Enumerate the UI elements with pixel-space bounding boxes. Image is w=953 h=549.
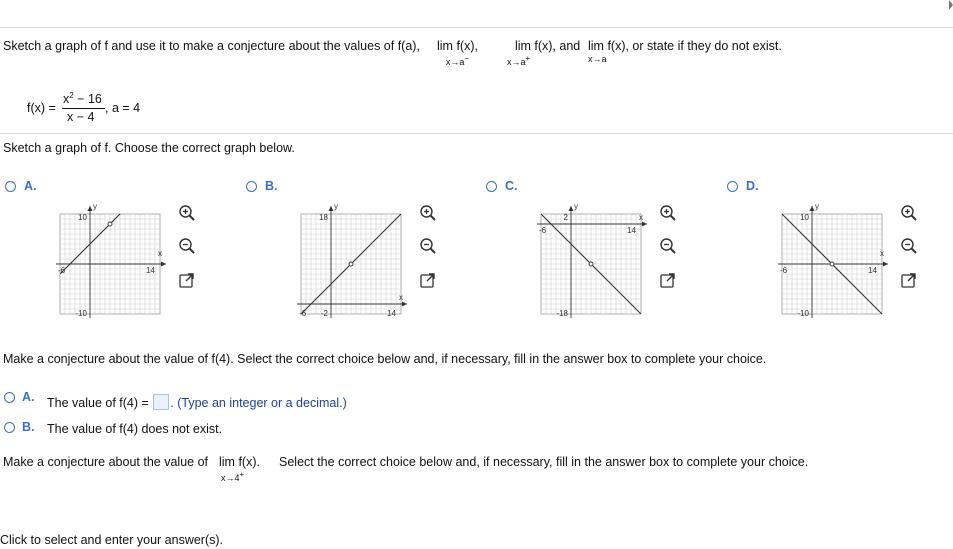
tick-label-right: 14: [387, 309, 396, 318]
f4-answer-box[interactable]: [153, 394, 170, 410]
graph-option-a[interactable]: 10 -10 -6 14x y: [50, 200, 170, 324]
f4-choice-b-radio[interactable]: [4, 422, 15, 433]
graph-option-b-radio[interactable]: [246, 181, 257, 192]
popout-icon[interactable]: [418, 271, 438, 291]
graph-option-d-label: D.: [746, 179, 759, 193]
top-divider: [0, 27, 953, 28]
function-definition: f(x) = x2 − 16 x − 4 , a = 4: [27, 91, 141, 124]
tick-label-left: -6: [299, 309, 307, 318]
axis-label-y: y: [815, 202, 819, 211]
tick-label-bottom: -10: [75, 309, 87, 318]
tick-label-bottom: -10: [797, 309, 809, 318]
scroll-arrow-icon[interactable]: [949, 0, 953, 10]
axis-label-x: x: [880, 249, 884, 258]
graph-option-d-radio[interactable]: [727, 181, 738, 192]
question-prompt: Sketch a graph of f and use it to make a…: [3, 39, 420, 53]
f4-answer-hint: . (Type an integer or a decimal.): [170, 396, 347, 410]
axis-label-y: y: [93, 202, 97, 211]
zoom-in-icon[interactable]: [418, 203, 438, 223]
zoom-in-icon[interactable]: [899, 203, 919, 223]
conjecture-f4-prompt: Make a conjecture about the value of f(4…: [3, 352, 767, 366]
tick-label-right: 14: [868, 266, 877, 275]
axis-label-y: y: [334, 202, 338, 211]
section-divider: [0, 133, 953, 134]
graph-option-d[interactable]: 10 -10 -6 14x y: [772, 200, 892, 324]
sketch-prompt: Sketch a graph of f. Choose the correct …: [3, 141, 295, 155]
limit-two-sided: lim f(x), or state if they do not exist.…: [588, 39, 782, 64]
tick-label-top: 2: [564, 213, 569, 222]
popout-icon[interactable]: [899, 271, 919, 291]
zoom-out-icon[interactable]: [658, 236, 678, 256]
tick-label-left: -6: [58, 266, 66, 275]
zoom-in-icon[interactable]: [658, 203, 678, 223]
conjecture-lim-prompt-start: Make a conjecture about the value of: [3, 455, 208, 469]
graph-option-c[interactable]: 2 -18 -6 14x y: [531, 200, 651, 324]
f4-choice-a: The value of f(4) = . (Type an integer o…: [47, 394, 347, 410]
popout-icon[interactable]: [658, 271, 678, 291]
axis-label-y: y: [574, 202, 578, 211]
conjecture-lim-prompt-end: Select the correct choice below and, if …: [279, 455, 809, 469]
tick-label-left: -6: [780, 266, 788, 275]
graph-option-c-radio[interactable]: [486, 181, 497, 192]
tick-label-top: 10: [800, 213, 809, 222]
axis-label-x: x: [639, 213, 643, 222]
limit-left: lim f(x), x→a−: [437, 39, 478, 67]
f4-choice-b-text: The value of f(4) does not exist.: [47, 422, 223, 436]
tick-label-left: -6: [539, 226, 547, 235]
zoom-out-icon[interactable]: [177, 236, 197, 256]
graph-option-b-label: B.: [265, 179, 278, 193]
f4-choice-b-label: B.: [22, 420, 35, 434]
tick-label-top: 10: [78, 213, 87, 222]
tick-label-right: 14: [627, 226, 636, 235]
graph-option-a-radio[interactable]: [5, 181, 16, 192]
footer-instruction: Click to select and enter your answer(s)…: [0, 533, 224, 547]
popout-icon[interactable]: [177, 271, 197, 291]
limit-right-4: lim f(x). x→4+: [219, 455, 260, 483]
zoom-out-icon[interactable]: [899, 236, 919, 256]
zoom-out-icon[interactable]: [418, 236, 438, 256]
tick-label-bottom: -2: [321, 309, 329, 318]
graph-option-b[interactable]: 18 -2 -6 14x y: [291, 200, 411, 324]
f4-choice-a-label: A.: [22, 390, 35, 404]
tick-label-bottom: -18: [556, 309, 568, 318]
f4-choice-a-radio[interactable]: [4, 392, 15, 403]
tick-label-right: 14: [146, 266, 155, 275]
zoom-in-icon[interactable]: [177, 203, 197, 223]
axis-label-x: x: [399, 293, 403, 302]
graph-option-a-label: A.: [24, 179, 37, 193]
graph-option-c-label: C.: [505, 179, 518, 193]
tick-label-top: 18: [319, 213, 328, 222]
axis-label-x: x: [158, 249, 162, 258]
limit-right: lim f(x), and x→a+: [507, 39, 581, 67]
